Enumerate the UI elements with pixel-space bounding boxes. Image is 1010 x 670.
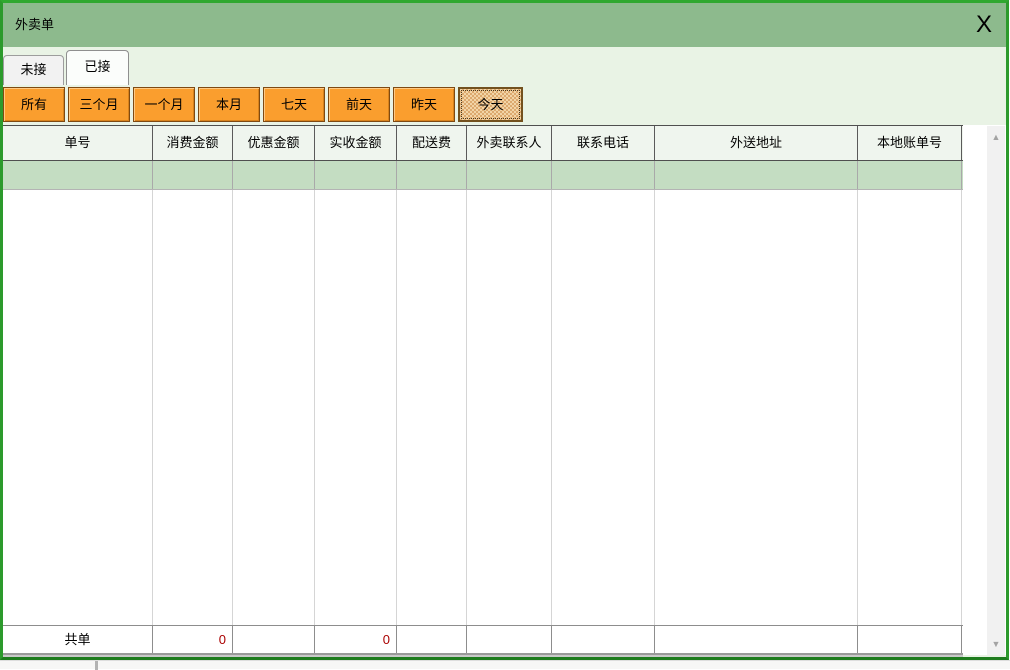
body-column: [552, 190, 655, 625]
filter-button-today[interactable]: 今天: [458, 87, 523, 122]
filter-button-yesterday[interactable]: 昨天: [393, 87, 455, 122]
column-header-contact-person[interactable]: 外卖联系人: [467, 126, 552, 160]
titlebar: 外卖单 X: [3, 3, 1006, 47]
summary-cell: [552, 626, 655, 653]
body-column: [233, 190, 315, 625]
filter-button-day-before-yesterday[interactable]: 前天: [328, 87, 390, 122]
row-cell: [3, 161, 153, 189]
filter-button-one-month[interactable]: 一个月: [133, 87, 195, 122]
row-cell: [153, 161, 233, 189]
row-cell: [397, 161, 467, 189]
tab-strip: 未接 已接: [3, 47, 1006, 85]
row-cell: [467, 161, 552, 189]
column-header-received-amount[interactable]: 实收金额: [315, 126, 397, 160]
summary-label: 共单: [3, 626, 153, 653]
close-button[interactable]: X: [972, 3, 996, 47]
filter-bar: 所有 三个月 一个月 本月 七天 前天 昨天 今天: [3, 85, 1006, 123]
summary-received-total: 0: [315, 626, 397, 653]
orders-grid: 单号 消费金额 优惠金额 实收金额 配送费 外卖联系人 联系电话 外送地址 本地…: [3, 125, 1006, 655]
tab-accepted[interactable]: 已接: [66, 50, 129, 85]
summary-cell: [233, 626, 315, 653]
scroll-up-icon[interactable]: ▲: [987, 132, 1005, 142]
summary-consume-total: 0: [153, 626, 233, 653]
summary-cell: [467, 626, 552, 653]
filter-button-this-month[interactable]: 本月: [198, 87, 260, 122]
column-header-consume-amount[interactable]: 消费金额: [153, 126, 233, 160]
body-column: [858, 190, 962, 625]
body-column: [467, 190, 552, 625]
row-cell: [315, 161, 397, 189]
grid-header-row: 单号 消费金额 优惠金额 实收金额 配送费 外卖联系人 联系电话 外送地址 本地…: [3, 125, 963, 161]
summary-cell: [397, 626, 467, 653]
row-cell: [552, 161, 655, 189]
body-column: [397, 190, 467, 625]
takeout-orders-window: 外卖单 X 未接 已接 所有 三个月 一个月 本月 七天 前天 昨天 今天 单号…: [0, 0, 1009, 660]
filter-button-all[interactable]: 所有: [3, 87, 65, 122]
body-column: [315, 190, 397, 625]
background-strip: [0, 660, 1010, 669]
body-column: [655, 190, 858, 625]
column-header-delivery-address[interactable]: 外送地址: [655, 126, 858, 160]
filter-button-three-months[interactable]: 三个月: [68, 87, 130, 122]
row-cell: [233, 161, 315, 189]
vertical-scrollbar[interactable]: ▲ ▼: [987, 126, 1005, 655]
column-header-local-bill-no[interactable]: 本地账单号: [858, 126, 962, 160]
window-title: 外卖单: [15, 3, 54, 47]
row-cell: [858, 161, 962, 189]
grid-body-empty: [3, 190, 963, 625]
column-header-order-no[interactable]: 单号: [3, 126, 153, 160]
tab-not-accepted[interactable]: 未接: [3, 55, 64, 85]
filter-button-seven-days[interactable]: 七天: [263, 87, 325, 122]
row-cell: [655, 161, 858, 189]
column-header-delivery-fee[interactable]: 配送费: [397, 126, 467, 160]
selected-empty-row[interactable]: [3, 161, 963, 190]
column-header-contact-phone[interactable]: 联系电话: [552, 126, 655, 160]
column-header-discount-amount[interactable]: 优惠金额: [233, 126, 315, 160]
summary-cell: [655, 626, 858, 653]
scroll-down-icon[interactable]: ▼: [987, 639, 1005, 649]
screen: 外卖单 X 未接 已接 所有 三个月 一个月 本月 七天 前天 昨天 今天 单号…: [0, 0, 1010, 669]
body-column: [3, 190, 153, 625]
summary-cell: [858, 626, 962, 653]
summary-row: 共单 0 0: [3, 625, 963, 655]
body-column: [153, 190, 233, 625]
